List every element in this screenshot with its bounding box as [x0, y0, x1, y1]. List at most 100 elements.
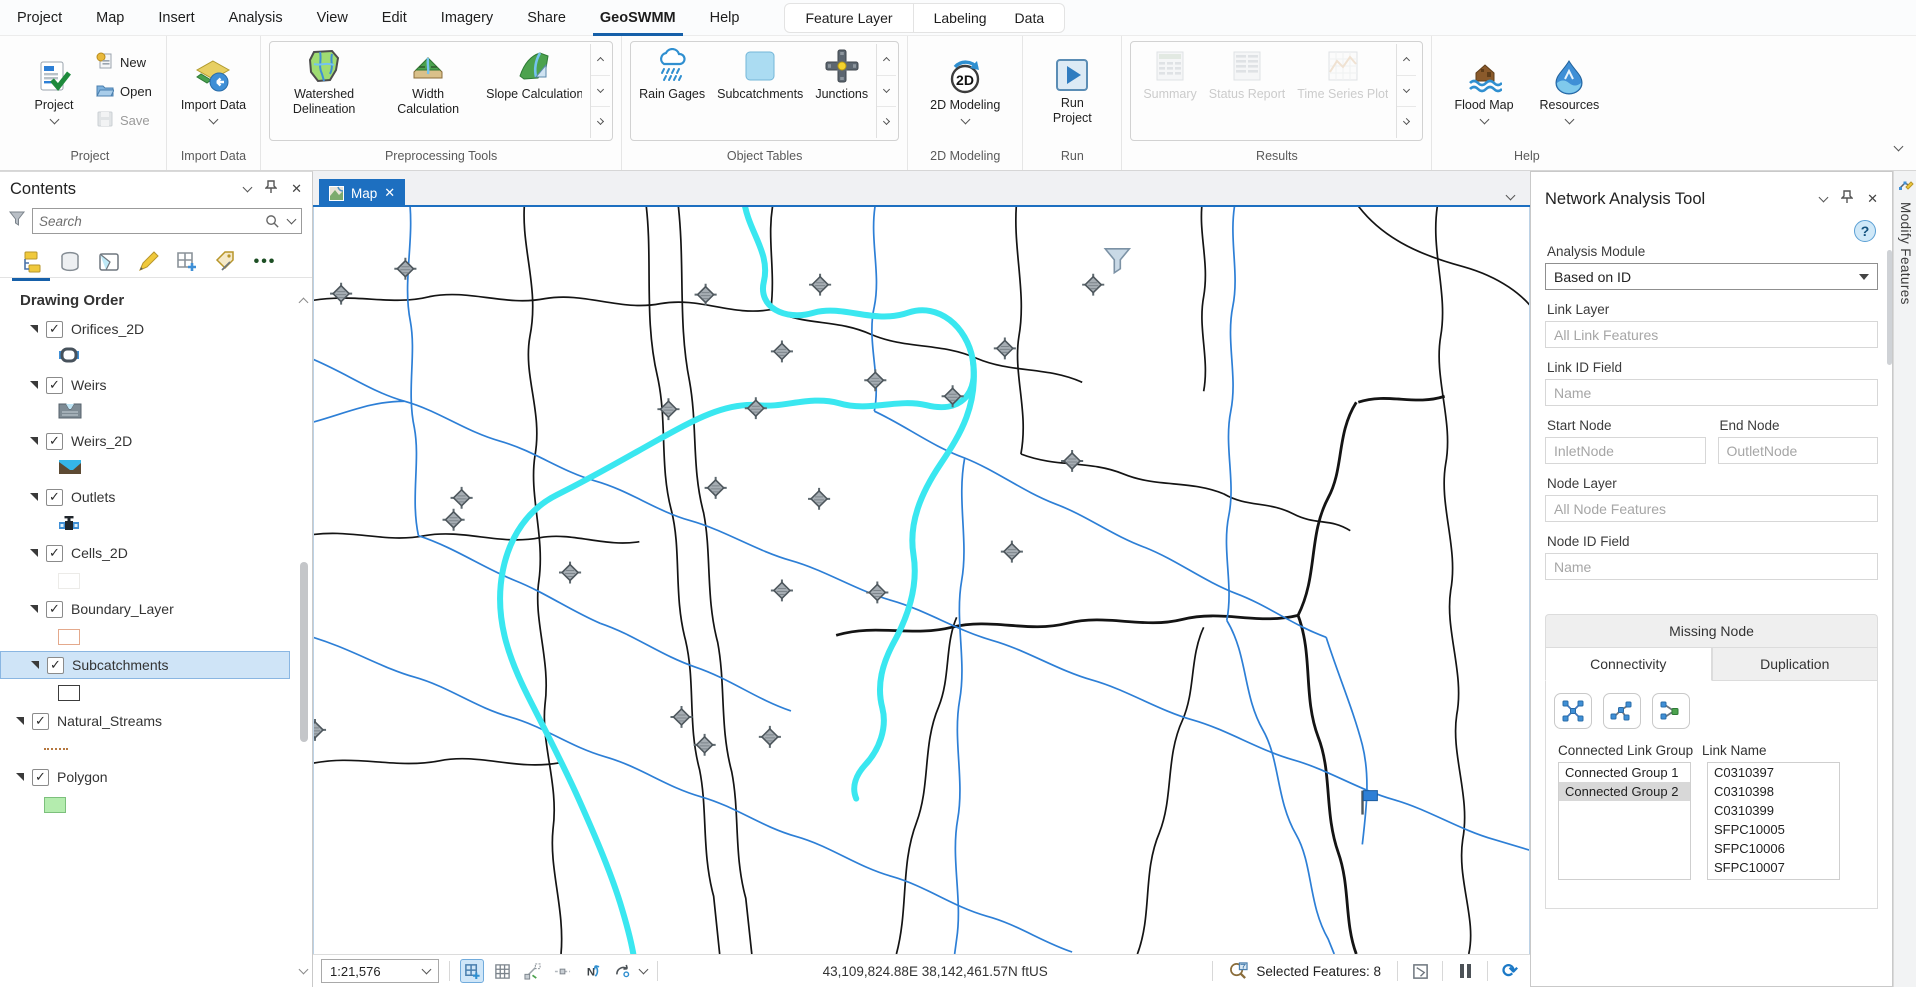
- layer-row-weirs-2d[interactable]: ✓ Weirs_2D: [0, 427, 312, 455]
- menu-project[interactable]: Project: [0, 0, 79, 36]
- missing-node-tab[interactable]: Missing Node: [1545, 614, 1878, 647]
- layer-row-boundary-layer[interactable]: ✓ Boundary_Layer: [0, 595, 312, 623]
- list-item-selected[interactable]: Connected Group 2: [1559, 782, 1690, 801]
- contents-tab-snapping[interactable]: [174, 249, 200, 275]
- refresh-button[interactable]: ⟳: [1498, 959, 1522, 983]
- junctions-button[interactable]: Junctions: [809, 44, 874, 138]
- expand-gallery-button[interactable]: [877, 107, 896, 138]
- polygon-symbol[interactable]: [44, 797, 66, 813]
- scroll-up-button[interactable]: [1397, 44, 1416, 76]
- search-options-chevron-icon[interactable]: [287, 215, 297, 225]
- close-map-tab-icon[interactable]: ✕: [384, 185, 395, 201]
- show-all-connections-button[interactable]: [1554, 693, 1592, 729]
- contents-tab-more[interactable]: •••: [252, 249, 278, 275]
- tab-feature-layer[interactable]: Feature Layer: [791, 10, 906, 26]
- flood-map-button[interactable]: Flood Map: [1448, 55, 1519, 127]
- duplication-tab[interactable]: Duplication: [1712, 647, 1879, 681]
- scroll-down-button[interactable]: [1397, 76, 1416, 108]
- scrollbar-thumb[interactable]: [300, 562, 308, 742]
- slope-calculation-button[interactable]: Slope Calculation: [480, 44, 588, 138]
- analysis-module-dropdown[interactable]: Based on ID: [1545, 263, 1878, 290]
- end-node-input[interactable]: [1718, 437, 1879, 464]
- selected-features-chip[interactable]: Selected Features: 8: [1223, 960, 1387, 982]
- pin-icon[interactable]: [265, 180, 277, 199]
- menu-insert[interactable]: Insert: [141, 0, 211, 36]
- pause-drawing-button[interactable]: [1453, 959, 1477, 983]
- snapping-toggle-button[interactable]: [460, 959, 484, 983]
- time-series-plot-button[interactable]: Time Series Plot: [1291, 44, 1394, 138]
- tab-data[interactable]: Data: [1001, 10, 1059, 26]
- grid-button[interactable]: [490, 959, 514, 983]
- scroll-down-button[interactable]: [591, 76, 610, 108]
- 2d-modeling-button[interactable]: 2D 2D Modeling: [924, 55, 1006, 127]
- menu-help[interactable]: Help: [693, 0, 757, 36]
- clear-selection-button[interactable]: [1408, 959, 1432, 983]
- node-layer-input[interactable]: [1545, 495, 1878, 522]
- contents-tab-editing[interactable]: [135, 249, 161, 275]
- open-button[interactable]: Open: [90, 79, 158, 104]
- layer-checkbox[interactable]: ✓: [46, 321, 63, 338]
- outlet-symbol[interactable]: [58, 515, 80, 536]
- list-item[interactable]: SFPC10005: [1708, 820, 1839, 839]
- filter-funnel-icon[interactable]: [8, 210, 26, 233]
- help-button[interactable]: ?: [1854, 220, 1876, 242]
- link-name-list[interactable]: C0310397 C0310398 C0310399 SFPC10005 SFP…: [1707, 762, 1840, 880]
- list-item[interactable]: C0310398: [1708, 782, 1839, 801]
- node-id-field-input[interactable]: [1545, 553, 1878, 580]
- natural-streams-symbol[interactable]: [44, 748, 68, 750]
- snap-to-vertex-button[interactable]: [520, 959, 544, 983]
- expander-icon[interactable]: [31, 661, 39, 669]
- north-arrow-button[interactable]: N: [580, 959, 604, 983]
- layer-checkbox[interactable]: ✓: [46, 545, 63, 562]
- list-item[interactable]: C0310399: [1708, 801, 1839, 820]
- status-report-button[interactable]: Status Report: [1203, 44, 1291, 138]
- menu-share[interactable]: Share: [510, 0, 583, 36]
- menu-edit[interactable]: Edit: [365, 0, 424, 36]
- link-layer-input[interactable]: [1545, 321, 1878, 348]
- connectivity-tab[interactable]: Connectivity: [1545, 647, 1712, 681]
- snap-to-edge-button[interactable]: [550, 959, 574, 983]
- expander-icon[interactable]: [30, 381, 38, 389]
- rain-gages-button[interactable]: Rain Gages: [633, 44, 711, 138]
- subcatchments-symbol[interactable]: [58, 685, 80, 701]
- weir-2d-symbol[interactable]: [58, 459, 82, 480]
- resources-button[interactable]: Resources: [1534, 55, 1606, 127]
- tab-list-chevron-icon[interactable]: [1506, 191, 1516, 201]
- trace-connection-button[interactable]: [1603, 693, 1641, 729]
- panel-menu-chevron-icon[interactable]: [1819, 193, 1829, 203]
- new-button[interactable]: New: [90, 50, 158, 75]
- scroll-up-button[interactable]: [591, 44, 610, 76]
- expander-icon[interactable]: [16, 773, 24, 781]
- layer-row-cells-2d[interactable]: ✓ Cells_2D: [0, 539, 312, 567]
- layer-checkbox[interactable]: ✓: [47, 657, 64, 674]
- menu-view[interactable]: View: [300, 0, 365, 36]
- cells-2d-symbol[interactable]: [58, 573, 80, 589]
- modify-features-tab[interactable]: Modify Features: [1894, 175, 1916, 305]
- weir-symbol[interactable]: [58, 403, 82, 424]
- menu-imagery[interactable]: Imagery: [424, 0, 510, 36]
- coordinate-readout[interactable]: 43,109,824.88E 38,142,461.57N ftUS: [668, 964, 1202, 979]
- layer-checkbox[interactable]: ✓: [46, 433, 63, 450]
- menu-map[interactable]: Map: [79, 0, 141, 36]
- layer-checkbox[interactable]: ✓: [46, 601, 63, 618]
- expander-icon[interactable]: [30, 325, 38, 333]
- layer-row-natural-streams[interactable]: ✓ Natural_Streams: [0, 707, 312, 735]
- contents-tab-labeling[interactable]: [213, 249, 239, 275]
- layer-row-outlets[interactable]: ✓ Outlets: [0, 483, 312, 511]
- link-id-field-input[interactable]: [1545, 379, 1878, 406]
- expand-gallery-button[interactable]: [591, 107, 610, 138]
- scroll-down-icon[interactable]: [299, 965, 309, 975]
- watershed-delineation-button[interactable]: Watershed Delineation: [272, 44, 376, 138]
- map-tab[interactable]: Map ✕: [319, 179, 405, 207]
- run-project-button[interactable]: Run Project: [1037, 53, 1107, 130]
- close-panel-icon[interactable]: ✕: [291, 181, 302, 197]
- layer-checkbox[interactable]: ✓: [32, 713, 49, 730]
- project-button[interactable]: Project: [22, 55, 86, 127]
- expand-gallery-button[interactable]: [1397, 107, 1416, 138]
- menu-analysis[interactable]: Analysis: [212, 0, 300, 36]
- summary-button[interactable]: Summary: [1137, 44, 1202, 138]
- expander-icon[interactable]: [30, 549, 38, 557]
- subcatchments-button[interactable]: Subcatchments: [711, 44, 809, 138]
- layer-row-weirs[interactable]: ✓ Weirs: [0, 371, 312, 399]
- expander-icon[interactable]: [30, 493, 38, 501]
